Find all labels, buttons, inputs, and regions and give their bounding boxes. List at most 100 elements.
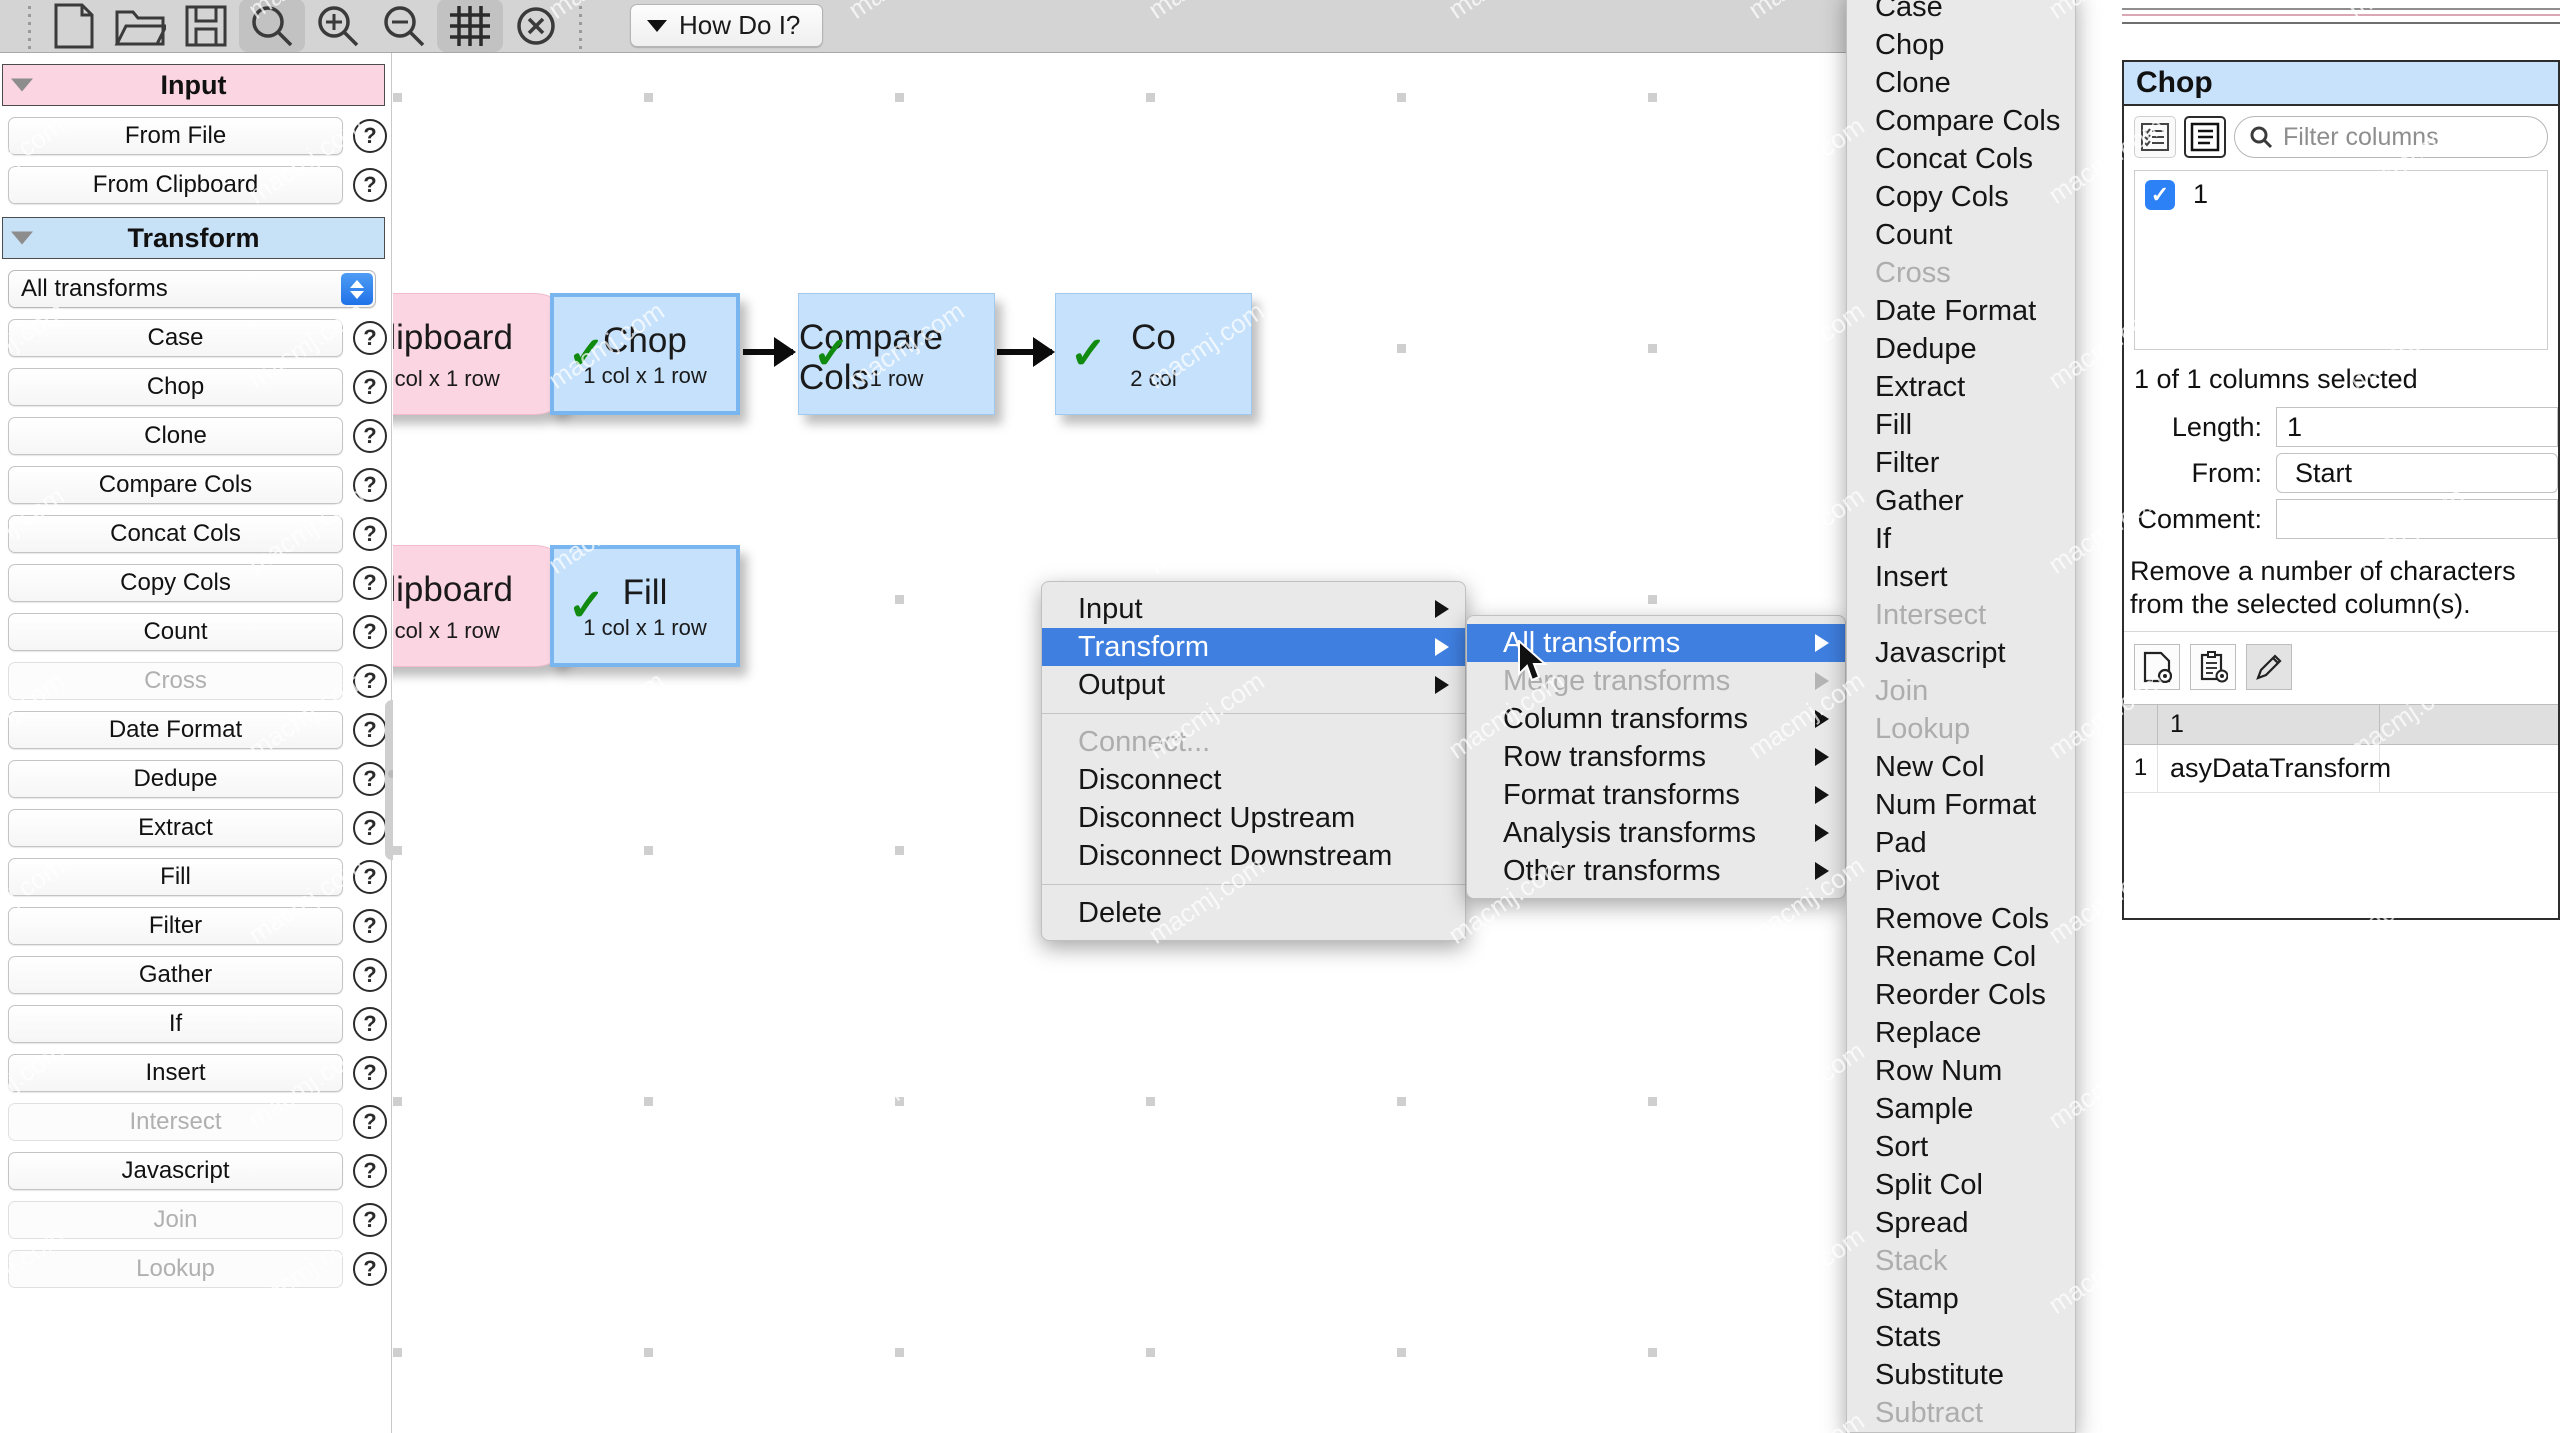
transform-menu-item-num-format[interactable]: Num Format (1847, 786, 2075, 824)
transform-button-if[interactable]: If (8, 1005, 343, 1043)
node-fill[interactable]: ✓ Fill 1 col x 1 row (550, 545, 740, 667)
transform-menu-item-replace[interactable]: Replace (1847, 1014, 2075, 1052)
help-icon[interactable]: ? (353, 168, 387, 202)
transform-menu-item-date-format[interactable]: Date Format (1847, 292, 2075, 330)
help-icon[interactable]: ? (353, 1007, 387, 1041)
transform-menu-item-count[interactable]: Count (1847, 216, 2075, 254)
submenu-item-format-transforms[interactable]: Format transforms (1467, 776, 1845, 814)
help-icon[interactable]: ? (353, 370, 387, 404)
table-header-cell[interactable]: 1 (2158, 704, 2380, 744)
transform-button-filter[interactable]: Filter (8, 907, 343, 945)
help-icon[interactable]: ? (353, 566, 387, 600)
list-view-icon[interactable] (2184, 116, 2226, 158)
help-icon[interactable]: ? (353, 713, 387, 747)
transform-button-dedupe[interactable]: Dedupe (8, 760, 343, 798)
node-concat-cols[interactable]: ✓ Co 2 col (1055, 293, 1252, 415)
help-icon[interactable]: ? (353, 321, 387, 355)
toolbar-drag-handle[interactable] (28, 6, 31, 52)
transform-button-concat-cols[interactable]: Concat Cols (8, 515, 343, 553)
menu-item-disconnect[interactable]: Disconnect (1042, 761, 1465, 799)
transform-menu-item-stamp[interactable]: Stamp (1847, 1280, 2075, 1318)
transform-filter-select[interactable]: All transforms (8, 270, 376, 308)
zoom-out-icon[interactable] (371, 0, 437, 52)
transform-menu-item-insert[interactable]: Insert (1847, 558, 2075, 596)
transform-menu-item-fill[interactable]: Fill (1847, 406, 2075, 444)
transform-menu-item-if[interactable]: If (1847, 520, 2075, 558)
help-icon[interactable]: ? (353, 958, 387, 992)
help-icon[interactable]: ? (353, 1154, 387, 1188)
transform-button-insert[interactable]: Insert (8, 1054, 343, 1092)
zoom-search-icon[interactable] (239, 0, 305, 52)
help-icon[interactable]: ? (353, 909, 387, 943)
transform-button-clone[interactable]: Clone (8, 417, 343, 455)
transform-menu-item-stats[interactable]: Stats (1847, 1318, 2075, 1356)
node-chop[interactable]: ✓ Chop 1 col x 1 row (550, 293, 740, 415)
all-transforms-menu[interactable]: Case Chop Clone Compare Cols Concat Cols Copy… (1846, 0, 2076, 1433)
transform-menu-item-copy-cols[interactable]: Copy Cols (1847, 178, 2075, 216)
column-list-item[interactable]: ✓ 1 (2145, 179, 2547, 210)
help-icon[interactable]: ? (353, 1056, 387, 1090)
help-icon[interactable]: ? (353, 468, 387, 502)
help-icon[interactable]: ? (353, 517, 387, 551)
checklist-view-icon[interactable] (2134, 116, 2176, 158)
transform-menu-item-pad[interactable]: Pad (1847, 824, 2075, 862)
node-compare-cols[interactable]: ✓ Compare Cols 1 row (798, 293, 995, 415)
sidebar-section-input[interactable]: Input (2, 64, 385, 106)
transform-menu-item-dedupe[interactable]: Dedupe (1847, 330, 2075, 368)
disclosure-triangle-icon[interactable] (11, 78, 33, 92)
from-file-button[interactable]: From File (8, 117, 343, 155)
length-input[interactable]: 1 (2276, 407, 2558, 447)
table-cell[interactable]: asyDataTransform (2158, 744, 2391, 792)
table-header-cell[interactable] (2380, 705, 2558, 744)
table-cell[interactable] (2380, 745, 2558, 792)
disclosure-triangle-icon[interactable] (11, 231, 33, 245)
help-icon[interactable]: ? (353, 664, 387, 698)
transform-button-copy-cols[interactable]: Copy Cols (8, 564, 343, 602)
transform-button-fill[interactable]: Fill (8, 858, 343, 896)
submenu-item-analysis-transforms[interactable]: Analysis transforms (1467, 814, 1845, 852)
zoom-in-icon[interactable] (305, 0, 371, 52)
comment-input[interactable] (2276, 499, 2558, 539)
chevron-updown-icon[interactable] (341, 273, 373, 305)
transform-menu-item-spread[interactable]: Spread (1847, 1204, 2075, 1242)
transform-menu-item-chop[interactable]: Chop (1847, 26, 2075, 64)
transform-menu-item-gather[interactable]: Gather (1847, 482, 2075, 520)
submenu-item-row-transforms[interactable]: Row transforms (1467, 738, 1845, 776)
checkbox-checked-icon[interactable]: ✓ (2145, 179, 2175, 210)
transform-menu-item-case[interactable]: Case (1847, 0, 2075, 26)
clear-icon[interactable] (503, 0, 569, 52)
transform-menu-item-sample[interactable]: Sample (1847, 1090, 2075, 1128)
open-folder-icon[interactable] (107, 0, 173, 52)
filter-columns-input[interactable]: Filter columns (2234, 116, 2548, 158)
transform-menu-item-compare-cols[interactable]: Compare Cols (1847, 102, 2075, 140)
transform-menu-item-rename-col[interactable]: Rename Col (1847, 938, 2075, 976)
copy-clipboard-icon[interactable] (2190, 643, 2236, 690)
new-document-icon[interactable] (41, 0, 107, 52)
menu-item-delete[interactable]: Delete (1042, 894, 1465, 932)
edit-pencil-icon[interactable] (2246, 643, 2292, 690)
transform-menu-item-new-col[interactable]: New Col (1847, 748, 2075, 786)
transform-menu-item-remove-cols[interactable]: Remove Cols (1847, 900, 2075, 938)
help-icon[interactable]: ? (353, 1252, 387, 1286)
submenu-item-other-transforms[interactable]: Other transforms (1467, 852, 1845, 890)
menu-item-input[interactable]: Input (1042, 590, 1465, 628)
help-icon[interactable]: ? (353, 860, 387, 894)
help-icon[interactable]: ? (353, 762, 387, 796)
help-icon[interactable]: ? (353, 119, 387, 153)
transform-menu-item-split-col[interactable]: Split Col (1847, 1166, 2075, 1204)
transform-menu-item-extract[interactable]: Extract (1847, 368, 2075, 406)
table-row[interactable]: 1 asyDataTransform (2124, 744, 2558, 793)
transform-menu-item-pivot[interactable]: Pivot (1847, 862, 2075, 900)
export-file-icon[interactable] (2134, 643, 2180, 690)
help-icon[interactable]: ? (353, 811, 387, 845)
save-disk-icon[interactable] (173, 0, 239, 52)
transform-button-compare-cols[interactable]: Compare Cols (8, 466, 343, 504)
menu-item-output[interactable]: Output (1042, 666, 1465, 704)
sidebar-section-transform[interactable]: Transform (2, 217, 385, 259)
transform-button-count[interactable]: Count (8, 613, 343, 651)
transform-menu-item-substitute[interactable]: Substitute (1847, 1356, 2075, 1394)
from-dropdown[interactable]: Start (2276, 453, 2558, 493)
node-context-menu[interactable]: Input Transform Output Connect... Disconnect… (1041, 581, 1466, 941)
transform-menu-item-javascript[interactable]: Javascript (1847, 634, 2075, 672)
menu-item-disconnect-downstream[interactable]: Disconnect Downstream (1042, 837, 1465, 875)
